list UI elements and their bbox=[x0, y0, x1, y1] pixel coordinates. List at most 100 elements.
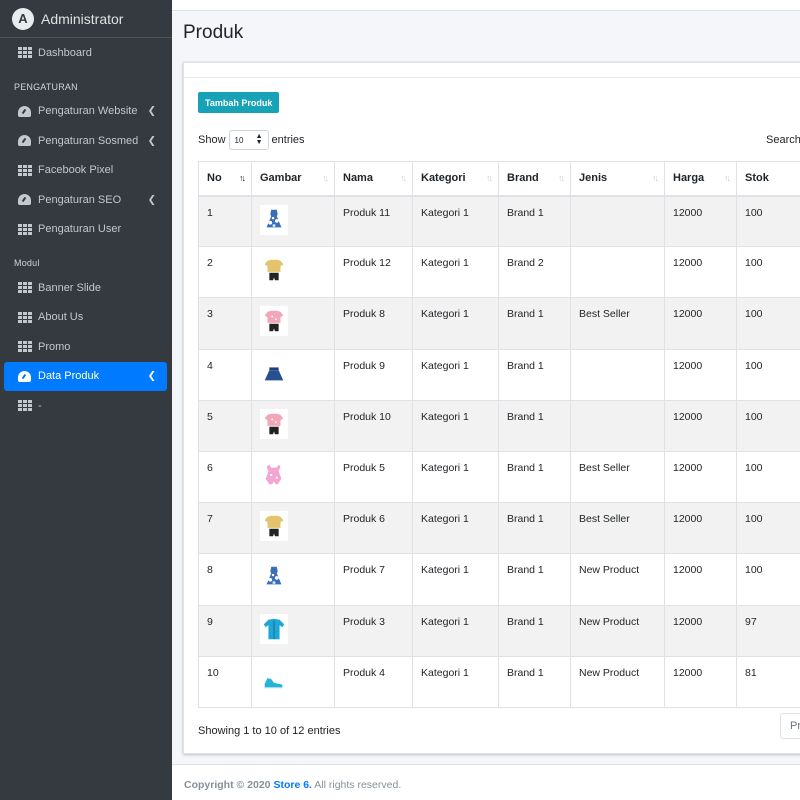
column-header-no[interactable]: No ↑↓ bbox=[198, 161, 252, 197]
page-length-select[interactable]: 10 ▲ ▼ bbox=[228, 130, 269, 150]
table-row[interactable]: 8 Produk 7 Kategori 1 Brand 1 New Product 120… bbox=[198, 553, 800, 606]
cell-price: 12000 bbox=[664, 604, 737, 657]
cell-no-text: 7 bbox=[207, 513, 213, 526]
cell-no-text: 8 bbox=[207, 564, 213, 577]
cell-category: Kategori 1 bbox=[412, 655, 499, 708]
cell-no-text: 4 bbox=[207, 359, 213, 372]
cell-brand-text: Brand 1 bbox=[507, 513, 544, 526]
column-header-gambar[interactable]: Gambar ↑↓ bbox=[251, 161, 335, 197]
cell-type bbox=[570, 246, 665, 299]
cell-stock: 81 bbox=[736, 655, 800, 708]
product-image[interactable] bbox=[260, 408, 288, 439]
store-link[interactable]: Store 6. bbox=[273, 779, 312, 791]
table-row[interactable]: 7 Produk 6 Kategori 1 Brand 1 Best Seller 120… bbox=[198, 502, 800, 555]
copyright-text: Copyright © 2020 bbox=[184, 779, 271, 791]
table-info: Showing 1 to 10 of 12 entries bbox=[198, 725, 341, 737]
sidebar-item-promo[interactable]: Promo bbox=[0, 332, 172, 362]
column-header-harga[interactable]: Harga ↑↓ bbox=[664, 161, 737, 197]
product-image[interactable] bbox=[260, 613, 288, 644]
cell-price: 12000 bbox=[664, 450, 737, 504]
gauge-icon bbox=[17, 135, 32, 147]
table-header-row: No ↑↓ Gambar ↑↓ Nama ↑↓ Kategori ↑↓ Brand ↑↓ Jenis… bbox=[198, 161, 800, 197]
product-image[interactable] bbox=[260, 255, 288, 286]
column-header-label: Jenis bbox=[579, 172, 608, 185]
cell-no: 5 bbox=[198, 399, 252, 452]
cell-type-text: Best Seller bbox=[579, 513, 630, 526]
cell-category-text: Kategori 1 bbox=[421, 410, 469, 423]
table-row[interactable]: 4 Produk 9 Kategori 1 Brand 1 12000 100 bbox=[198, 348, 800, 401]
sidebar-item-pengaturan-sosmed[interactable]: Pengaturan Sosmed ❮ bbox=[0, 126, 172, 156]
sidebar-nav: Dashboard PENGATURAN Pengaturan Website ❮ Pe… bbox=[0, 38, 172, 421]
cell-name-text: Produk 5 bbox=[343, 461, 386, 474]
sidebar-item-banner-slide[interactable]: Banner Slide bbox=[0, 273, 172, 303]
cell-brand-text: Brand 1 bbox=[507, 206, 544, 219]
cell-type-text: New Product bbox=[579, 615, 640, 628]
cell-stock-text: 100 bbox=[745, 257, 763, 270]
add-product-button[interactable]: Tambah Produk bbox=[198, 92, 280, 113]
table-row[interactable]: 5 Produk 10 Kategori 1 Brand 1 12000 100 bbox=[198, 399, 800, 452]
table-row[interactable]: 1 Produk 11 Kategori 1 Brand 1 12000 100 bbox=[198, 194, 800, 248]
column-header-brand[interactable]: Brand ↑↓ bbox=[498, 161, 571, 197]
content-wrapper: Produk Tambah Produk Show 10 ▲ ▼ entries … bbox=[172, 0, 800, 800]
cell-price-text: 12000 bbox=[673, 461, 703, 474]
cell-stock: 100 bbox=[736, 399, 800, 452]
sidebar-item-data-produk[interactable]: Data Produk ❮ bbox=[4, 361, 167, 391]
cell-price-text: 12000 bbox=[673, 666, 703, 679]
cell-image bbox=[251, 246, 335, 299]
product-image[interactable] bbox=[260, 511, 288, 542]
sidebar-item-dashboard[interactable]: Dashboard bbox=[0, 38, 172, 68]
cell-stock-text: 100 bbox=[745, 206, 763, 219]
cell-type: New Product bbox=[570, 604, 665, 657]
page-title: Produk bbox=[183, 22, 244, 43]
previous-page-button[interactable]: Pr bbox=[780, 713, 800, 739]
sort-icon: ↑↓ bbox=[558, 173, 565, 184]
column-header-label: Stok bbox=[745, 172, 769, 185]
table-row[interactable]: 2 Produk 12 Kategori 1 Brand 2 12000 100 bbox=[198, 246, 800, 299]
cell-category-text: Kategori 1 bbox=[421, 513, 469, 526]
product-image[interactable] bbox=[260, 459, 288, 490]
cell-image bbox=[251, 502, 335, 555]
sidebar-item-pengaturan-user[interactable]: Pengaturan User bbox=[0, 215, 172, 245]
cell-category-text: Kategori 1 bbox=[421, 359, 469, 372]
sidebar-item-facebook-pixel[interactable]: Facebook Pixel bbox=[0, 156, 172, 186]
sidebar-item-pengaturan-seo[interactable]: Pengaturan SEO ❮ bbox=[0, 185, 172, 215]
table-row[interactable]: 6 Produk 5 Kategori 1 Brand 1 Best Seller 120… bbox=[198, 450, 800, 504]
product-image[interactable] bbox=[260, 357, 288, 388]
sort-icon: ↑↓ bbox=[652, 173, 659, 184]
grid-icon bbox=[17, 400, 32, 412]
cell-image bbox=[251, 348, 335, 401]
sort-icon: ↑↓ bbox=[322, 173, 329, 184]
sidebar-item-about-us[interactable]: About Us bbox=[0, 303, 172, 333]
column-header-jenis[interactable]: Jenis ↑↓ bbox=[570, 161, 665, 197]
column-header-kategori[interactable]: Kategori ↑↓ bbox=[412, 161, 499, 197]
chevron-left-icon: ❮ bbox=[147, 370, 156, 382]
cell-stock: 100 bbox=[736, 348, 800, 401]
cell-name: Produk 12 bbox=[334, 246, 413, 299]
cell-image bbox=[251, 450, 335, 504]
cell-price: 12000 bbox=[664, 246, 737, 299]
product-image[interactable] bbox=[260, 562, 288, 593]
column-header-nama[interactable]: Nama ↑↓ bbox=[334, 161, 413, 197]
product-image[interactable] bbox=[260, 664, 288, 695]
table-row[interactable]: 9 Produk 3 Kategori 1 Brand 1 New Product 120… bbox=[198, 604, 800, 657]
sidebar-item-blank[interactable]: - bbox=[0, 391, 172, 421]
page-length-control: Show 10 ▲ ▼ entries bbox=[198, 130, 305, 150]
product-image[interactable] bbox=[260, 306, 288, 337]
cell-brand-text: Brand 1 bbox=[507, 410, 544, 423]
cell-stock-text: 100 bbox=[745, 359, 763, 372]
chevron-left-icon: ❮ bbox=[147, 194, 156, 206]
cell-name: Produk 5 bbox=[334, 450, 413, 504]
column-header-stok[interactable]: Stok bbox=[736, 161, 800, 197]
cell-stock-text: 97 bbox=[745, 615, 757, 628]
table-row[interactable]: 10 Produk 4 Kategori 1 Brand 1 New Product 12… bbox=[198, 655, 800, 708]
previous-page-label: Pr bbox=[790, 720, 800, 732]
entries-label: entries bbox=[271, 134, 305, 146]
cell-price: 12000 bbox=[664, 655, 737, 708]
table-row[interactable]: 3 Produk 8 Kategori 1 Brand 1 Best Seller 120… bbox=[198, 297, 800, 350]
cell-category-text: Kategori 1 bbox=[421, 666, 469, 679]
sidebar-item-pengaturan-website[interactable]: Pengaturan Website ❮ bbox=[0, 97, 172, 127]
product-image[interactable] bbox=[260, 204, 288, 235]
cell-name-text: Produk 11 bbox=[343, 206, 391, 219]
brand-link[interactable]: A Administrator bbox=[0, 0, 172, 38]
cell-price: 12000 bbox=[664, 348, 737, 401]
